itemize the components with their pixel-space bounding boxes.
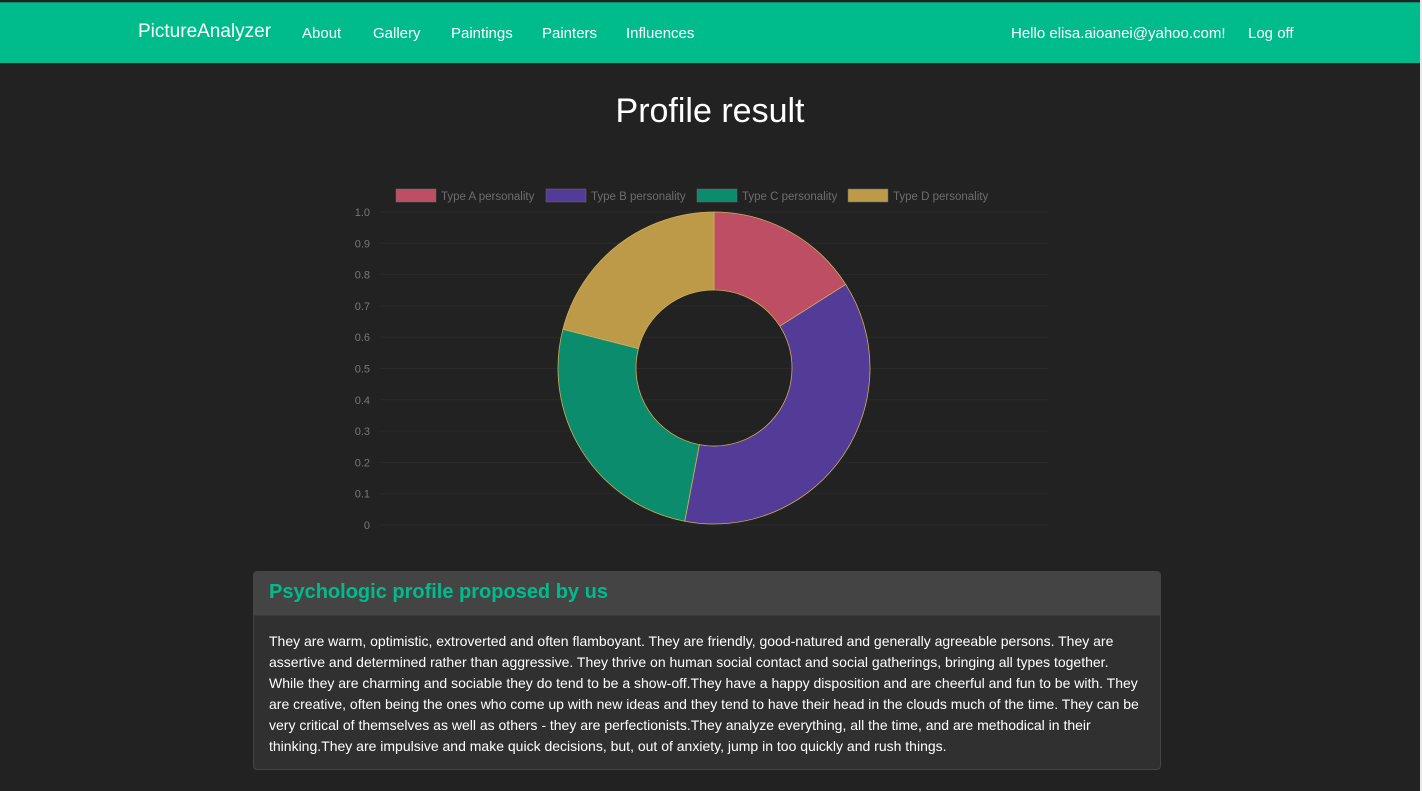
y-tick-label: 0.6 — [355, 332, 370, 344]
nav-painters[interactable]: Painters — [542, 25, 597, 42]
y-tick-label: 0.2 — [355, 457, 370, 469]
legend-label: Type B personality — [591, 191, 686, 203]
nav-gallery[interactable]: Gallery — [373, 25, 421, 42]
legend-swatch — [545, 188, 587, 203]
y-tick-label: 0.4 — [355, 395, 370, 407]
profile-panel: Psychologic profile proposed by us They … — [253, 571, 1161, 770]
legend-swatch — [395, 188, 437, 203]
doughnut-slice — [562, 211, 715, 350]
user-greeting-link[interactable]: Hello elisa.aioanei@yahoo.com! — [1011, 25, 1226, 42]
y-tick-label: 1.0 — [355, 207, 370, 219]
y-tick-label: 0.9 — [355, 238, 370, 250]
doughnut-slice — [557, 328, 700, 522]
page-title: Profile result — [615, 92, 805, 130]
profile-heading: Psychologic profile proposed by us — [269, 581, 608, 603]
nav-influences[interactable]: Influences — [626, 25, 694, 42]
legend-swatch — [847, 188, 889, 203]
y-tick-label: 0.5 — [355, 364, 370, 376]
y-tick-label: 0.3 — [355, 426, 370, 438]
logoff-link[interactable]: Log off — [1248, 25, 1294, 42]
y-tick-label: 0.1 — [355, 489, 370, 501]
nav-about[interactable]: About — [302, 25, 341, 42]
y-tick-label: 0 — [364, 520, 370, 532]
navbar: PictureAnalyzer About Gallery Paintings … — [0, 2, 1420, 63]
profile-panel-header: Psychologic profile proposed by us — [254, 572, 1160, 616]
brand-link[interactable]: PictureAnalyzer — [138, 21, 271, 43]
personality-doughnut-chart: 0 0.1 0.2 0.3 0.4 0.5 0.6 0.7 0.8 0.9 1.0 Type A pe… — [355, 188, 1048, 532]
legend-label: Type D personality — [893, 191, 988, 203]
profile-text: They are warm, optimistic, extroverted a… — [269, 633, 1139, 754]
legend-label: Type C personality — [742, 191, 837, 203]
y-tick-label: 0.7 — [355, 301, 370, 313]
legend-swatch — [696, 188, 738, 203]
legend-label: Type A personality — [441, 191, 535, 203]
nav-paintings[interactable]: Paintings — [451, 25, 513, 42]
y-tick-label: 0.8 — [355, 270, 370, 282]
